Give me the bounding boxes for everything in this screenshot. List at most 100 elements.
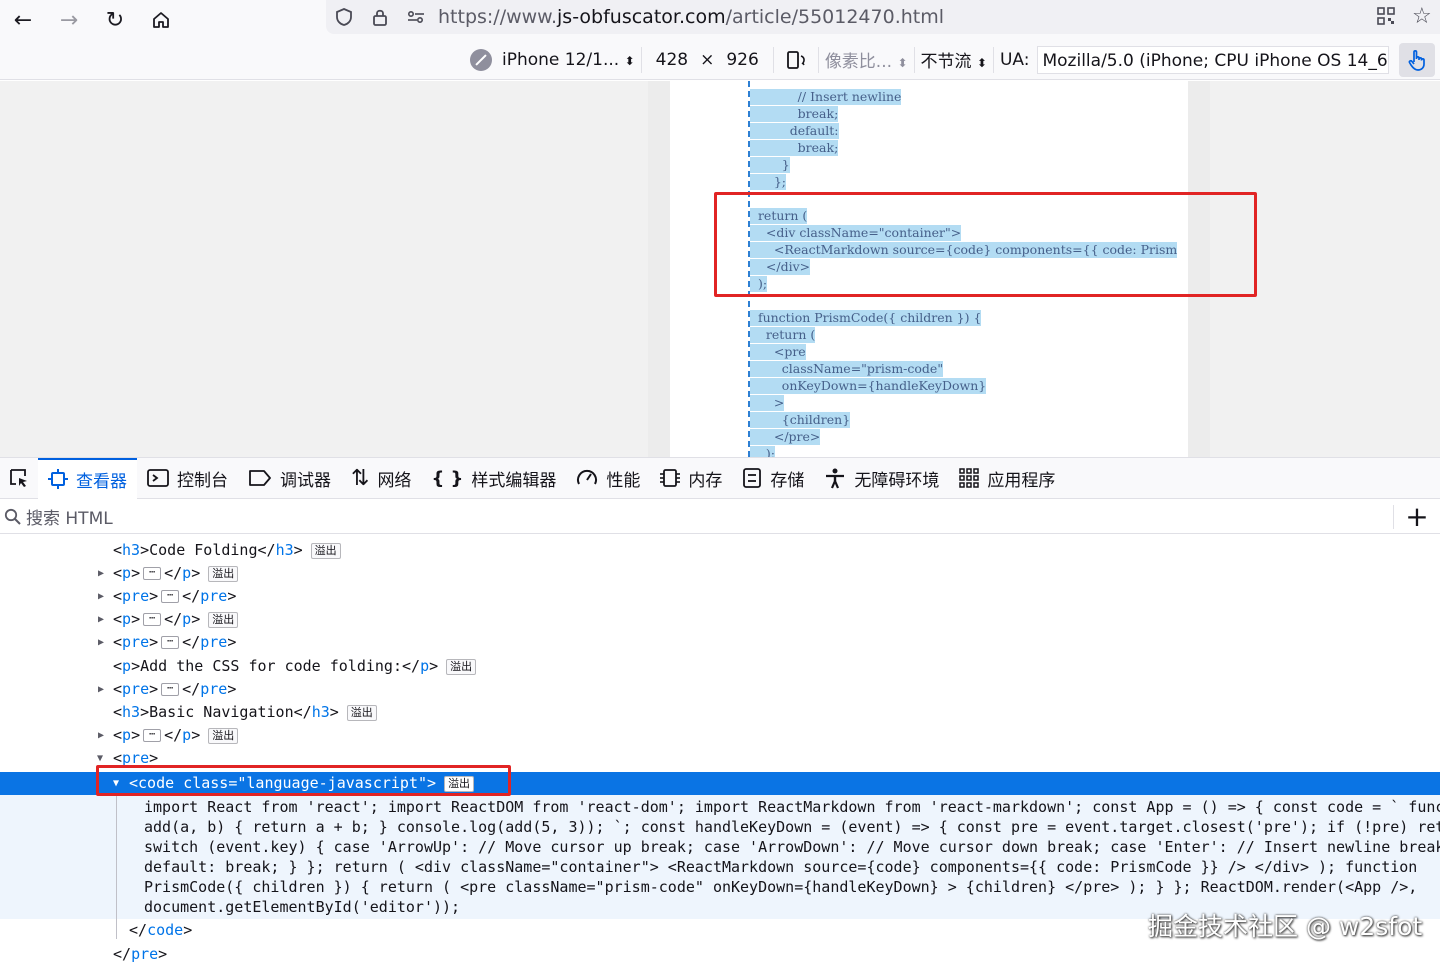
- page-code-line: className="prism-code": [750, 361, 944, 377]
- dpr-select[interactable]: 像素比... ⬍: [825, 47, 908, 72]
- rotate-icon[interactable]: [784, 48, 808, 72]
- ua-input[interactable]: Mozilla/5.0 (iPhone; CPU iPhone OS 14_6 …: [1037, 45, 1390, 74]
- tree-node-h3[interactable]: <h3>Code Folding</h3> 溢出: [113, 539, 341, 562]
- device-select[interactable]: iPhone 12/1... ⬍: [502, 50, 635, 70]
- lock-icon[interactable]: [362, 7, 398, 27]
- home-button[interactable]: [138, 3, 184, 37]
- back-button[interactable]: ←: [0, 3, 46, 37]
- tab-inspector[interactable]: 查看器: [38, 457, 137, 499]
- storage-icon: [742, 467, 762, 489]
- overflow-badge[interactable]: 溢出: [208, 565, 239, 582]
- ellipsis-button[interactable]: ⋯: [143, 729, 162, 742]
- shield-icon[interactable]: [326, 7, 362, 27]
- tree-node-pre[interactable]: <pre> ⋯ </pre>: [113, 631, 236, 654]
- search-icon: [4, 508, 22, 526]
- divider: [992, 46, 994, 73]
- code-text-line: import React from 'react'; import ReactD…: [144, 798, 1440, 816]
- gauge-icon: [576, 468, 598, 488]
- ua-label: UA:: [999, 49, 1030, 70]
- touch-simulation-button[interactable]: [1399, 42, 1436, 77]
- divider: [913, 46, 915, 73]
- reload-button[interactable]: ↻: [92, 3, 138, 37]
- forward-button[interactable]: →: [46, 3, 92, 37]
- node-text: Basic Navigation: [149, 703, 294, 721]
- tree-node-close-pre[interactable]: </pre>: [113, 943, 167, 964]
- tab-performance[interactable]: 性能: [566, 458, 650, 499]
- add-node-button[interactable]: +: [1394, 501, 1440, 532]
- responsive-design-toolbar: iPhone 12/1... ⬍ 428 × 926 像素比... ⬍ 不节流 …: [0, 40, 1440, 80]
- tab-accessibility[interactable]: 无障碍环境: [814, 458, 949, 499]
- bookmark-star-icon[interactable]: ☆: [1412, 4, 1432, 29]
- tab-memory[interactable]: 内存: [650, 458, 732, 499]
- page-code-line: </pre>: [750, 429, 821, 445]
- tree-node-p[interactable]: <p> ⋯ </p> 溢出: [113, 562, 239, 585]
- times-label: ×: [700, 49, 715, 70]
- throttle-select[interactable]: 不节流 ⬍: [921, 47, 987, 72]
- console-icon: [147, 468, 169, 488]
- width-input[interactable]: 428: [648, 46, 696, 74]
- ellipsis-button[interactable]: ⋯: [161, 590, 180, 603]
- expand-arrow-icon[interactable]: ▶: [98, 568, 104, 579]
- home-icon: [153, 12, 169, 28]
- overflow-badge[interactable]: 溢出: [346, 704, 377, 721]
- tab-console[interactable]: 控制台: [137, 458, 238, 499]
- overflow-badge[interactable]: 溢出: [208, 611, 239, 628]
- tree-node-h3[interactable]: <h3>Basic Navigation</h3> 溢出: [113, 701, 377, 724]
- tab-network[interactable]: ⇅ 网络: [341, 458, 421, 499]
- page-code-line: );: [750, 446, 775, 457]
- expand-arrow-icon[interactable]: ▶: [98, 637, 104, 648]
- expand-arrow-icon[interactable]: ▶: [98, 591, 104, 602]
- accessibility-icon: [824, 467, 846, 489]
- devtools-tabbar: 查看器 控制台 调试器 ⇅ 网络 { } 样式编辑器 性能 内存 存储 无障碍环…: [0, 457, 1440, 499]
- tab-storage[interactable]: 存储: [732, 458, 814, 499]
- markup-tree: <h3>Code Folding</h3> 溢出 ▶ <p> ⋯ </p> 溢出 ▶ <…: [0, 535, 1440, 964]
- tree-node-p[interactable]: <p> ⋯ </p> 溢出: [113, 724, 239, 747]
- tree-node-p[interactable]: <p> ⋯ </p> 溢出: [113, 608, 239, 631]
- url-text[interactable]: https://www.js-obfuscator.com/article/55…: [438, 6, 944, 28]
- page-code-line: return (: [750, 327, 816, 343]
- element-picker-icon[interactable]: [0, 466, 38, 490]
- tab-debugger[interactable]: 调试器: [238, 458, 341, 499]
- page-code-line: break;: [750, 106, 839, 122]
- tab-label: 控制台: [177, 470, 228, 491]
- ellipsis-button[interactable]: ⋯: [143, 613, 162, 626]
- tab-style-editor[interactable]: { } 样式编辑器: [421, 458, 566, 499]
- url-domain: js-obfuscator.com: [557, 6, 726, 28]
- tree-node-p[interactable]: <p>Add the CSS for code folding:</p> 溢出: [113, 655, 477, 678]
- permissions-icon[interactable]: [398, 9, 434, 25]
- ellipsis-button[interactable]: ⋯: [161, 636, 180, 649]
- ellipsis-button[interactable]: ⋯: [161, 683, 180, 696]
- divider: [640, 46, 642, 73]
- expand-arrow-icon[interactable]: ▶: [98, 614, 104, 625]
- page-code-line: // Insert newline: [750, 89, 902, 105]
- tab-label: 样式编辑器: [471, 470, 557, 491]
- tab-label: 存储: [770, 470, 805, 491]
- reload-icon: ↻: [105, 7, 125, 33]
- overflow-badge[interactable]: 溢出: [446, 658, 477, 675]
- overflow-badge[interactable]: 溢出: [310, 542, 341, 559]
- tree-node-pre[interactable]: <pre> ⋯ </pre>: [113, 678, 236, 701]
- expand-arrow-icon[interactable]: ▶: [98, 684, 104, 695]
- ellipsis-button[interactable]: ⋯: [143, 567, 162, 580]
- highlight-box: [96, 765, 511, 796]
- collapse-arrow-icon[interactable]: ▼: [97, 753, 103, 764]
- expand-arrow-icon[interactable]: ▶: [98, 730, 104, 741]
- search-html-input[interactable]: 搜索 HTML: [26, 504, 1393, 529]
- tab-application[interactable]: 应用程序: [949, 458, 1065, 499]
- tab-label: 应用程序: [987, 470, 1056, 491]
- height-input[interactable]: 926: [718, 46, 766, 74]
- url-bar[interactable]: https://www.js-obfuscator.com/article/55…: [326, 0, 1440, 34]
- code-text-node[interactable]: import React from 'react'; import ReactD…: [0, 795, 1440, 919]
- overflow-badge[interactable]: 溢出: [208, 727, 239, 744]
- network-icon: ⇅: [351, 465, 370, 491]
- tree-node-pre[interactable]: <pre> ⋯ </pre>: [113, 585, 236, 608]
- url-prefix: https://www.: [438, 6, 558, 28]
- tab-label: 查看器: [76, 471, 127, 492]
- device-label: iPhone 12/1...: [502, 49, 620, 70]
- qr-code-icon[interactable]: [1376, 6, 1396, 30]
- page-code-line: onKeyDown={handleKeyDown}: [750, 378, 987, 394]
- tree-node-close-code[interactable]: </code>: [129, 919, 192, 942]
- inspector-icon: [48, 469, 68, 489]
- page-code-line: };: [750, 174, 787, 190]
- node-text: Code Folding: [149, 541, 258, 559]
